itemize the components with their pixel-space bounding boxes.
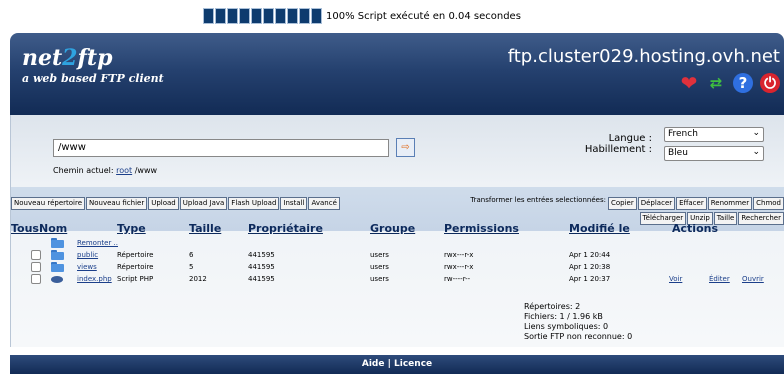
- file-icon: [51, 276, 63, 283]
- heart-icon[interactable]: ❤: [679, 73, 699, 93]
- col-groupe[interactable]: Groupe: [370, 222, 415, 235]
- col-modifie[interactable]: Modifié le: [569, 222, 630, 235]
- stats-files: Fichiers: 1 / 1.96 kB: [524, 312, 603, 321]
- progress-segment: [263, 8, 274, 24]
- progress-segment: [203, 8, 214, 24]
- chevron-down-icon: ⌄: [752, 147, 760, 157]
- file-table-header: Tous Nom Type Taille Propriétaire Groupe…: [11, 222, 784, 236]
- power-icon[interactable]: ⏻: [760, 73, 780, 93]
- row-checkbox[interactable]: [31, 262, 41, 272]
- stats-unrecognized: Sortie FTP non reconnue: 0: [524, 332, 633, 341]
- file-name-link[interactable]: views: [77, 263, 97, 271]
- folder-icon: [51, 250, 64, 260]
- toolbar-button-nouveau-fichier[interactable]: Nouveau fichier: [86, 197, 148, 210]
- progress-segment: [227, 8, 238, 24]
- folder-up-icon: [51, 238, 64, 248]
- progress-bar: [203, 8, 322, 24]
- page: 100% Script exécuté en 0.04 secondes net…: [0, 0, 784, 374]
- go-button[interactable]: ⇨: [396, 138, 415, 157]
- main-panel: /www ⇨ Chemin actuel: root /www Langue :…: [10, 115, 784, 347]
- transform-label: Transformer les entrées selectionnées:: [470, 196, 606, 204]
- col-permissions[interactable]: Permissions: [444, 222, 519, 235]
- row-checkbox[interactable]: [31, 250, 41, 260]
- file-modified: Apr 1 20:37: [569, 275, 611, 283]
- footer: Aide | Licence: [10, 355, 784, 374]
- stats-symlinks: Liens symboliques: 0: [524, 322, 609, 331]
- toolbar-button-copier[interactable]: Copier: [607, 197, 637, 210]
- action-link[interactable]: Voir: [669, 275, 682, 283]
- col-proprietaire[interactable]: Propriétaire: [248, 222, 323, 235]
- licence-link[interactable]: Licence: [394, 359, 432, 369]
- parent-dir-link[interactable]: Remonter ..: [77, 239, 118, 247]
- logo-tagline: a web based FTP client: [22, 72, 164, 85]
- file-group: users: [370, 275, 389, 283]
- toolbar-button-upload-java[interactable]: Upload Java: [179, 197, 228, 210]
- directory-input[interactable]: /www: [53, 139, 389, 157]
- toolbar-left: Nouveau répertoire Nouveau fichier Upload U…: [11, 190, 341, 210]
- progress-text: 100% Script exécuté en 0.04 secondes: [326, 10, 521, 22]
- file-type: Répertoire: [117, 251, 154, 259]
- header-icons: ❤ ⇄ ? ⏻: [679, 73, 780, 93]
- refresh-icon[interactable]: ⇄: [706, 73, 726, 93]
- path-root-link[interactable]: root: [116, 166, 132, 175]
- habillement-label: Habillement :: [584, 144, 652, 155]
- file-permissions: rwx---r-x: [444, 251, 474, 259]
- progress-indicator: 100% Script exécuté en 0.04 secondes: [203, 8, 521, 24]
- file-size: 6: [189, 251, 194, 259]
- progress-segment: [287, 8, 298, 24]
- toolbar-button-avancé[interactable]: Avancé: [308, 197, 340, 210]
- file-size: 5: [189, 263, 194, 271]
- file-name-link[interactable]: index.php: [77, 275, 112, 283]
- toolbar-button-nouveau-répertoire[interactable]: Nouveau répertoire: [11, 197, 86, 210]
- chevron-down-icon: ⌄: [752, 128, 760, 138]
- file-group: users: [370, 251, 389, 259]
- file-size: 2012: [189, 275, 207, 283]
- header: net2ftp a web based FTP client ftp.clust…: [10, 33, 784, 115]
- progress-segment: [311, 8, 322, 24]
- directory-stats: Répertoires: 2 Fichiers: 1 / 1.96 kB Lie…: [524, 302, 632, 342]
- file-name-link[interactable]: public: [77, 251, 98, 259]
- file-type: Répertoire: [117, 263, 154, 271]
- folder-icon: [51, 262, 64, 272]
- file-group: users: [370, 263, 389, 271]
- col-taille[interactable]: Taille: [189, 222, 221, 235]
- language-select[interactable]: French ⌄: [664, 127, 764, 142]
- help-icon[interactable]: ?: [733, 73, 753, 93]
- current-path: Chemin actuel: root /www: [53, 166, 158, 175]
- col-tous[interactable]: Tous: [11, 222, 39, 235]
- col-nom[interactable]: Nom: [39, 222, 67, 235]
- toolbar-button-install[interactable]: Install: [280, 197, 308, 210]
- toolbar-button-upload[interactable]: Upload: [148, 197, 179, 210]
- file-type: Script PHP: [117, 275, 154, 283]
- ftp-host: ftp.cluster029.hosting.ovh.net: [507, 46, 780, 67]
- progress-segment: [275, 8, 286, 24]
- logo[interactable]: net2ftp a web based FTP client: [22, 45, 164, 85]
- table-row[interactable]: index.php Script PHP 2012 441595 users rw----…: [11, 273, 784, 286]
- row-checkbox[interactable]: [31, 274, 41, 284]
- stats-directories: Répertoires: 2: [524, 302, 581, 311]
- file-owner: 441595: [248, 263, 275, 271]
- langue-label: Langue :: [608, 133, 652, 144]
- file-modified: Apr 1 20:38: [569, 263, 611, 271]
- progress-segment: [215, 8, 226, 24]
- file-modified: Apr 1 20:44: [569, 251, 611, 259]
- progress-segment: [299, 8, 310, 24]
- file-owner: 441595: [248, 251, 275, 259]
- file-permissions: rwx---r-x: [444, 263, 474, 271]
- file-owner: 441595: [248, 275, 275, 283]
- toolbar-button-flash-upload[interactable]: Flash Upload: [228, 197, 280, 210]
- skin-select[interactable]: Bleu ⌄: [664, 146, 764, 161]
- col-actions: Actions: [672, 222, 718, 235]
- help-link[interactable]: Aide: [362, 359, 385, 369]
- file-permissions: rw----r--: [444, 275, 471, 283]
- action-link[interactable]: Éditer: [709, 275, 730, 283]
- progress-segment: [251, 8, 262, 24]
- progress-segment: [239, 8, 250, 24]
- logo-wordmark: net2ftp: [22, 45, 113, 71]
- settings-labels: Langue : Habillement :: [585, 133, 652, 155]
- col-type[interactable]: Type: [117, 222, 146, 235]
- action-link[interactable]: Ouvrir: [742, 275, 764, 283]
